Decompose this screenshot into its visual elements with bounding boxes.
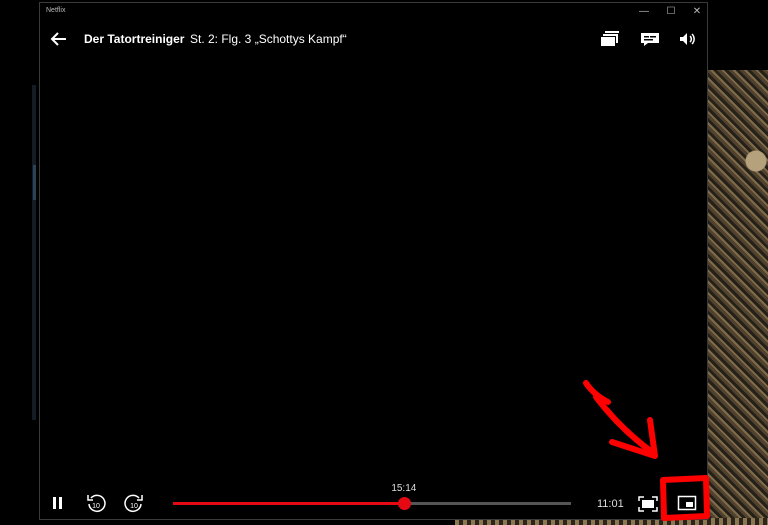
show-title: Der Tatortreiniger xyxy=(84,32,185,46)
rewind-10-button[interactable]: 10 xyxy=(85,493,107,515)
minimize-button[interactable]: — xyxy=(634,5,654,19)
title-bar[interactable]: Netflix — ☐ ✕ xyxy=(40,3,707,21)
pause-icon xyxy=(53,497,62,509)
episodes-button[interactable] xyxy=(599,30,621,48)
app-title: Netflix xyxy=(46,7,66,14)
back-button[interactable] xyxy=(50,30,68,48)
subtitles-button[interactable] xyxy=(639,30,661,48)
forward-seconds-label: 10 xyxy=(130,503,138,510)
fullscreen-icon xyxy=(638,496,658,512)
close-button[interactable]: ✕ xyxy=(687,5,707,19)
rewind-10-icon: 10 xyxy=(87,494,106,513)
rewind-seconds-label: 10 xyxy=(92,503,100,510)
background-window-edge xyxy=(32,85,36,420)
desktop-wallpaper xyxy=(708,70,768,525)
picture-in-picture-button[interactable] xyxy=(677,494,697,512)
netflix-window: Netflix — ☐ ✕ Der Tatortreiniger St. 2: … xyxy=(39,2,708,520)
episode-title: St. 2: Flg. 3 „Schottys Kampf“ xyxy=(190,32,347,46)
subtitles-icon xyxy=(641,33,659,46)
progress-scrubber[interactable] xyxy=(397,497,411,510)
maximize-button[interactable]: ☐ xyxy=(661,5,681,19)
pause-button[interactable] xyxy=(51,495,65,511)
progress-bar-fill xyxy=(173,502,404,505)
background-window-scrollbar xyxy=(33,165,36,200)
picture-in-picture-icon xyxy=(677,495,697,511)
episodes-icon xyxy=(601,31,619,46)
current-time: 15:14 xyxy=(391,483,417,494)
forward-10-button[interactable]: 10 xyxy=(123,493,145,515)
fullscreen-button[interactable] xyxy=(638,496,658,512)
forward-10-icon: 10 xyxy=(124,494,143,513)
volume-button[interactable] xyxy=(677,30,699,48)
progress-bar[interactable]: 15:14 xyxy=(173,483,571,510)
volume-icon xyxy=(680,33,695,45)
remaining-time: 11:01 xyxy=(597,498,624,510)
back-arrow-icon xyxy=(50,32,66,46)
